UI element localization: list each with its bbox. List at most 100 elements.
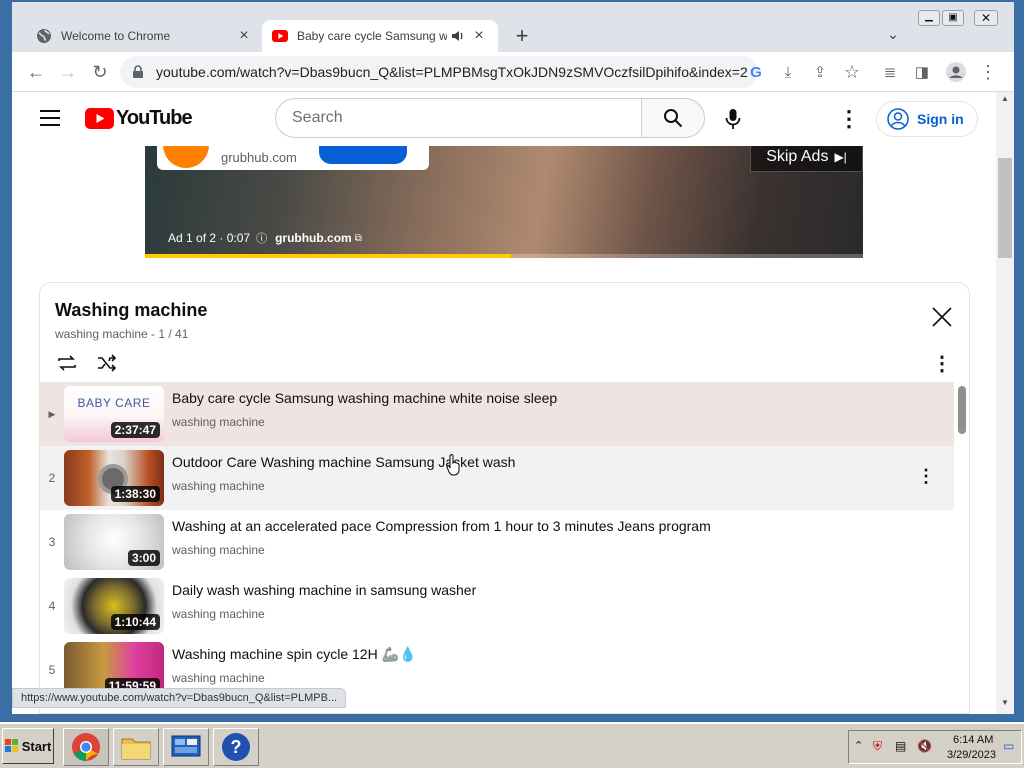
- ad-cta-button[interactable]: [318, 146, 407, 164]
- close-playlist-icon[interactable]: [930, 305, 954, 329]
- reload-icon[interactable]: ↻: [86, 58, 114, 86]
- skip-ads-label: Skip Ads: [766, 147, 829, 165]
- hamburger-menu-icon[interactable]: [40, 110, 60, 126]
- back-arrow-icon[interactable]: ←: [22, 58, 50, 86]
- video-thumbnail[interactable]: BABY CARE 2:37:47: [64, 386, 164, 442]
- ad-info-text: Ad 1 of 2 · 0:07: [168, 231, 251, 245]
- desktop-background: [0, 0, 12, 722]
- tab-youtube-active[interactable]: Baby care cycle Samsung washing machine …: [262, 20, 498, 52]
- clock-time[interactable]: 6:14 AM: [953, 734, 993, 746]
- install-app-icon[interactable]: ⤓: [774, 58, 802, 86]
- tab-welcome[interactable]: Welcome to Chrome ×: [26, 20, 262, 52]
- taskbar-explorer-button[interactable]: [113, 728, 159, 766]
- side-panel-icon[interactable]: ◨: [908, 58, 936, 86]
- video-thumbnail[interactable]: 1:38:30: [64, 450, 164, 506]
- google-lens-icon[interactable]: G: [742, 58, 770, 86]
- channel-name[interactable]: washing machine: [172, 415, 265, 429]
- help-icon: ?: [222, 733, 250, 761]
- video-title[interactable]: Daily wash washing machine in samsung wa…: [172, 582, 476, 598]
- start-button[interactable]: Start: [2, 728, 54, 764]
- playlist-title[interactable]: Washing machine: [55, 300, 207, 321]
- skip-next-icon: ▶|: [834, 149, 847, 164]
- reading-list-icon[interactable]: ≣: [876, 58, 904, 86]
- channel-name[interactable]: washing machine: [172, 543, 265, 557]
- now-playing-icon: ▶: [48, 408, 56, 419]
- settings-more-icon[interactable]: ⋮: [838, 106, 860, 132]
- info-circle-icon[interactable]: ⓘ: [256, 230, 267, 246]
- new-tab-button[interactable]: +: [510, 24, 534, 48]
- thumbnail-caption: BABY CARE: [77, 396, 151, 410]
- ad-card[interactable]: grubhub.com: [157, 146, 429, 170]
- shuffle-icon[interactable]: [95, 351, 119, 375]
- maximize-button[interactable]: ▣: [942, 10, 964, 26]
- youtube-logo[interactable]: YouTube: [85, 107, 193, 130]
- close-tab-icon[interactable]: ×: [471, 27, 487, 45]
- youtube-play-logo-icon: [85, 108, 114, 129]
- tab-search-chevron-icon[interactable]: ⌄: [884, 26, 902, 44]
- security-alert-icon[interactable]: ⛨: [873, 739, 882, 754]
- audio-playing-icon[interactable]: [451, 29, 465, 43]
- playlist-item[interactable]: 3 3:00 Washing at an accelerated pace Co…: [40, 510, 954, 574]
- item-more-icon[interactable]: ⋮: [916, 466, 936, 490]
- video-title[interactable]: Baby care cycle Samsung washing machine …: [172, 390, 557, 406]
- hand-pointer-cursor-icon: [446, 454, 460, 476]
- share-icon[interactable]: ⇪: [806, 58, 834, 86]
- playlist-scrollbar-thumb[interactable]: [958, 386, 966, 434]
- taskbar-chrome-button[interactable]: [63, 728, 109, 766]
- taskbar-help-button[interactable]: ?: [213, 728, 259, 766]
- video-thumbnail[interactable]: 1:10:44: [64, 578, 164, 634]
- network-icon[interactable]: ▤: [895, 739, 906, 753]
- voice-search-button[interactable]: [715, 101, 751, 137]
- youtube-logo-text: YouTube: [116, 107, 193, 129]
- skip-ads-button[interactable]: Skip Ads ▶|: [750, 146, 863, 172]
- playlist-item[interactable]: 4 1:10:44 Daily wash washing machine in …: [40, 574, 954, 638]
- page-scrollbar-thumb[interactable]: [998, 158, 1012, 258]
- taskbar: Start ? ⌃ ⛨ ▤ 🔇 6:14 AM 3/29/2023 ▭: [0, 722, 1024, 768]
- page-scrollbar[interactable]: ▲ ▼: [996, 92, 1014, 714]
- clock-date[interactable]: 3/29/2023: [947, 749, 996, 761]
- link-status-bar: https://www.youtube.com/watch?v=Dbas9buc…: [12, 688, 347, 708]
- ad-progress-fill: [145, 254, 512, 258]
- address-bar[interactable]: youtube.com/watch?v=Dbas9bucn_Q&list=PLM…: [120, 56, 758, 88]
- channel-name[interactable]: washing machine: [172, 479, 265, 493]
- volume-muted-icon[interactable]: 🔇: [917, 739, 932, 753]
- playlist-item[interactable]: 2 1:38:30 Outdoor Care Washing machine S…: [40, 446, 954, 510]
- video-player[interactable]: grubhub.com Skip Ads ▶| Ad 1 of 2 · 0:07…: [145, 146, 863, 258]
- ad-link[interactable]: grubhub.com: [275, 231, 352, 245]
- scroll-up-arrow-icon[interactable]: ▲: [996, 92, 1014, 106]
- ad-info-bar: Ad 1 of 2 · 0:07 ⓘ grubhub.com ⧉: [168, 230, 362, 246]
- channel-name[interactable]: washing machine: [172, 607, 265, 621]
- account-circle-icon: [887, 108, 909, 130]
- ad-progress-track[interactable]: [145, 254, 863, 258]
- search-button[interactable]: [641, 98, 705, 138]
- forward-arrow-icon[interactable]: →: [54, 58, 82, 86]
- channel-name[interactable]: washing machine: [172, 671, 265, 685]
- sign-in-button[interactable]: Sign in: [876, 101, 978, 137]
- bookmark-star-icon[interactable]: ☆: [838, 58, 866, 86]
- microphone-icon: [725, 109, 741, 129]
- playlist-item[interactable]: ▶ BABY CARE 2:37:47 Baby care cycle Sams…: [40, 382, 954, 446]
- close-tab-icon[interactable]: ×: [236, 27, 252, 45]
- scroll-down-arrow-icon[interactable]: ▼: [996, 696, 1014, 710]
- duration-badge: 3:00: [127, 550, 160, 566]
- chrome-window: Welcome to Chrome × Baby care cycle Sams…: [12, 2, 1014, 714]
- show-desktop-icon[interactable]: ▭: [1003, 739, 1014, 753]
- profile-avatar-icon[interactable]: [942, 58, 970, 86]
- search-input[interactable]: [275, 98, 641, 138]
- tray-expand-icon[interactable]: ⌃: [854, 739, 863, 752]
- external-link-icon: ⧉: [354, 232, 362, 244]
- item-index: 4: [48, 599, 56, 613]
- control-panel-icon: [171, 735, 201, 757]
- close-window-button[interactable]: ✕: [974, 10, 998, 26]
- video-title[interactable]: Washing machine spin cycle 12H 🦾💧: [172, 646, 416, 663]
- loop-playlist-icon[interactable]: [55, 351, 79, 375]
- chrome-menu-icon[interactable]: ⋮: [974, 58, 1002, 86]
- playlist-more-icon[interactable]: ⋮: [932, 351, 952, 377]
- taskbar-control-panel-button[interactable]: [163, 728, 209, 766]
- video-thumbnail[interactable]: 3:00: [64, 514, 164, 570]
- video-title[interactable]: Washing at an accelerated pace Compressi…: [172, 518, 711, 534]
- video-title[interactable]: Outdoor Care Washing machine Samsung Jac…: [172, 454, 515, 470]
- minimize-button[interactable]: ▁: [918, 10, 940, 26]
- playlist-subtitle[interactable]: washing machine - 1 / 41: [55, 327, 188, 341]
- item-index: 3: [48, 535, 56, 549]
